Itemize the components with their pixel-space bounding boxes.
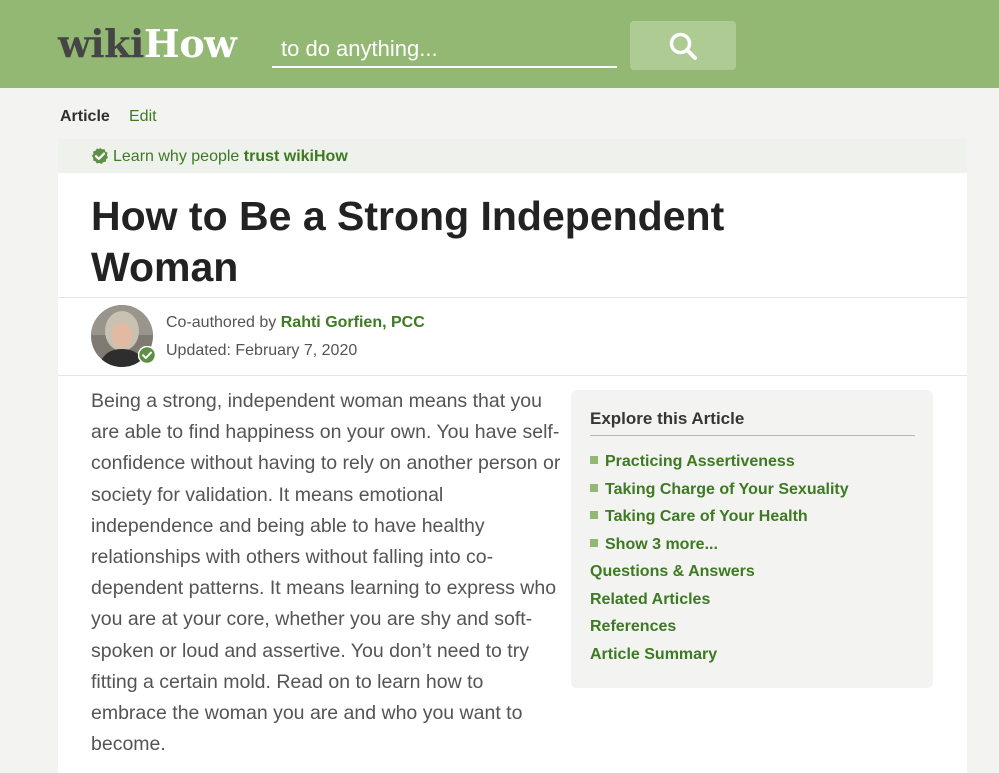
references-link[interactable]: References: [590, 617, 676, 637]
updated-date: Updated: February 7, 2020: [166, 342, 358, 359]
bullet-square-icon: [590, 456, 598, 464]
explore-section-label: Taking Care of Your Health: [605, 508, 808, 525]
questions-answers-link[interactable]: Questions & Answers: [590, 562, 755, 582]
bullet-square-icon: [590, 539, 598, 547]
coauthored-label: Co-authored by: [166, 314, 277, 331]
trust-link[interactable]: trust wikiHow: [244, 148, 348, 165]
explore-section-link[interactable]: Taking Care of Your Health: [590, 507, 808, 527]
article-intro: Being a strong, independent woman means …: [91, 390, 561, 756]
logo-how-text: How: [143, 21, 237, 66]
explore-section-link[interactable]: Practicing Assertiveness: [590, 452, 795, 472]
byline: Co-authored by Rahti Gorfien, PCC: [166, 313, 425, 333]
article-title: How to Be a Strong Independent Woman: [91, 193, 725, 290]
author-link[interactable]: Rahti Gorfien, PCC: [281, 314, 425, 331]
title-divider: [58, 297, 967, 298]
article-card: How to Be a Strong Independent Woman Co-…: [58, 173, 967, 773]
tab-article[interactable]: Article: [60, 107, 110, 127]
trust-prefix: Learn why people: [113, 148, 240, 165]
explore-section-link[interactable]: Taking Charge of Your Sexuality: [590, 480, 849, 500]
explore-title: Explore this Article: [590, 409, 915, 436]
search-icon: [669, 32, 697, 60]
search-button[interactable]: [630, 21, 736, 70]
trust-bar[interactable]: Learn why people trust wikiHow: [58, 139, 967, 173]
verified-check-icon: [91, 147, 108, 164]
explore-section-label: Practicing Assertiveness: [605, 453, 795, 470]
wikihow-logo[interactable]: wikiHow: [58, 21, 237, 66]
related-articles-link[interactable]: Related Articles: [590, 590, 710, 610]
explore-section-label: Taking Charge of Your Sexuality: [605, 481, 849, 498]
expert-badge-icon: [138, 346, 156, 364]
show-more-label: Show 3 more...: [605, 536, 718, 553]
search-input[interactable]: [272, 27, 617, 68]
site-header: wikiHow: [0, 0, 999, 88]
byline-divider: [58, 375, 967, 376]
trust-text[interactable]: Learn why people trust wikiHow: [113, 147, 348, 166]
show-more-link[interactable]: Show 3 more...: [590, 535, 718, 555]
tab-edit[interactable]: Edit: [129, 107, 157, 127]
bullet-square-icon: [590, 484, 598, 492]
bullet-square-icon: [590, 511, 598, 519]
logo-wiki-text: wiki: [58, 21, 144, 66]
article-summary-link[interactable]: Article Summary: [590, 645, 717, 665]
explore-box: Explore this Article Practicing Assertiv…: [571, 390, 933, 688]
